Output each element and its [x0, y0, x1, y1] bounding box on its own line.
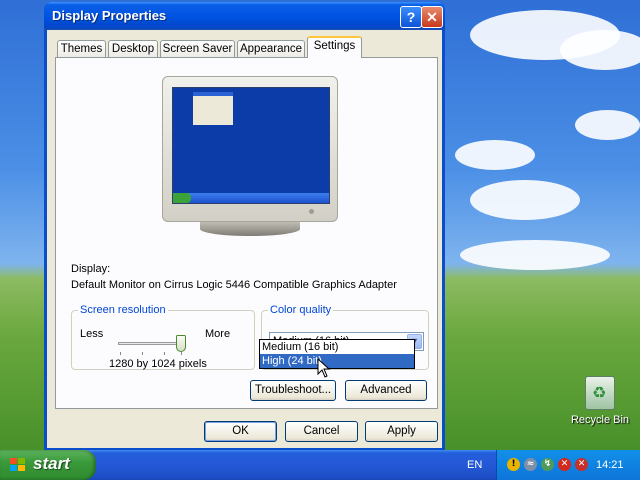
resolution-value: 1280 by 1024 pixels: [109, 358, 207, 370]
security-shield-icon[interactable]: !: [507, 458, 520, 471]
apply-button[interactable]: Apply: [365, 421, 438, 442]
security-center-icon[interactable]: ✕: [575, 458, 588, 471]
cloud: [560, 30, 640, 70]
power-led-icon: [309, 209, 314, 214]
cancel-button[interactable]: Cancel: [285, 421, 358, 442]
start-label: start: [33, 454, 70, 473]
recycle-bin[interactable]: ♻ Recycle Bin: [568, 376, 632, 426]
cloud: [455, 140, 535, 170]
monitor-screen: [172, 87, 330, 204]
close-button[interactable]: ✕: [421, 6, 443, 28]
preview-taskbar: [173, 193, 329, 203]
cloud: [460, 240, 610, 270]
language-indicator[interactable]: EN: [467, 459, 482, 471]
resolution-slider-thumb[interactable]: [176, 335, 186, 352]
start-button[interactable]: start: [0, 450, 96, 480]
tab-appearance[interactable]: Appearance: [237, 40, 305, 57]
preview-start-button: [173, 193, 191, 203]
mouse-cursor-icon: [317, 358, 331, 378]
monitor-preview: [162, 76, 338, 239]
dropdown-option[interactable]: Medium (16 bit): [260, 340, 414, 354]
taskbar: start EN ! ≈ ↯ ✕ ✕ 14:21: [0, 450, 640, 480]
slider-tick: [164, 352, 165, 355]
less-label: Less: [80, 328, 104, 340]
network-icon[interactable]: ≈: [524, 458, 537, 471]
display-properties-dialog: Display Properties ? ✕ Themes Desktop Sc…: [44, 2, 445, 451]
clock[interactable]: 14:21: [596, 459, 624, 471]
cloud: [575, 110, 640, 140]
more-label: More: [205, 328, 231, 340]
window-title: Display Properties: [52, 8, 167, 23]
screen-resolution-legend: Screen resolution: [80, 304, 166, 316]
slider-tick: [181, 352, 182, 355]
ok-button[interactable]: OK: [204, 421, 277, 442]
help-button[interactable]: ?: [400, 6, 422, 28]
screen-resolution-group: Screen resolution Less More 1280 by 1024…: [71, 304, 255, 370]
slider-tick: [120, 352, 121, 355]
tab-screen-saver[interactable]: Screen Saver: [160, 40, 235, 57]
color-quality-legend: Color quality: [270, 304, 332, 316]
dropdown-option-highlighted[interactable]: High (24 bit): [260, 354, 414, 368]
windows-logo-icon: [10, 458, 25, 471]
tab-themes[interactable]: Themes: [57, 40, 106, 57]
title-bar[interactable]: Display Properties ? ✕: [44, 2, 445, 30]
troubleshoot-button[interactable]: Troubleshoot...: [250, 380, 336, 401]
tab-desktop[interactable]: Desktop: [108, 40, 158, 57]
tab-settings[interactable]: Settings: [307, 36, 362, 58]
recycle-bin-icon: ♻: [585, 376, 615, 410]
safely-remove-icon[interactable]: ↯: [541, 458, 554, 471]
display-label: Display:: [71, 263, 111, 275]
monitor-bezel: [162, 76, 338, 222]
cloud: [470, 180, 580, 220]
monitor-stand: [200, 222, 300, 236]
slider-tick: [142, 352, 143, 355]
alert-icon[interactable]: ✕: [558, 458, 571, 471]
advanced-button[interactable]: Advanced: [345, 380, 427, 401]
preview-window: [193, 92, 233, 125]
display-device: Default Monitor on Cirrus Logic 5446 Com…: [71, 279, 397, 291]
color-quality-dropdown-list: Medium (16 bit) High (24 bit): [259, 339, 415, 369]
recycle-bin-label: Recycle Bin: [570, 414, 630, 426]
